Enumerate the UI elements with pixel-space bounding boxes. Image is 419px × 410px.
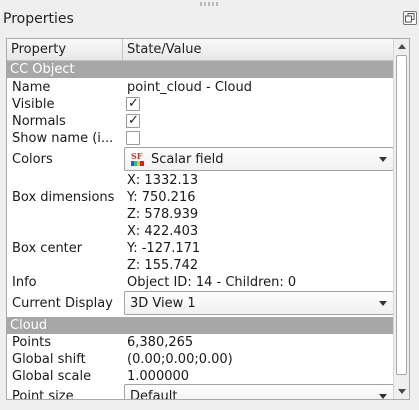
row-point-size-label: Point size [12, 389, 74, 400]
point-size-value: Default [130, 389, 178, 400]
checkmark-icon: ✓ [128, 96, 139, 111]
scalar-field-icon: SF [131, 151, 144, 166]
chevron-down-icon [379, 157, 387, 162]
box-center-y: Y: -127.171 [127, 241, 201, 256]
box-dimensions-x: X: 1332.13 [127, 173, 199, 188]
float-panel-button[interactable] [403, 11, 417, 25]
row-colors-label: Colors [12, 152, 53, 167]
box-center-x: X: 422.403 [127, 224, 199, 239]
dock-grip[interactable] [200, 2, 220, 6]
row-box-center-label: Box center [12, 241, 83, 256]
normals-checkbox[interactable]: ✓ [126, 113, 140, 128]
row-global-scale-label: Global scale [12, 369, 92, 384]
undock-icon [405, 13, 415, 23]
colors-dropdown-value: Scalar field [151, 152, 224, 167]
arrow-down-icon [398, 389, 406, 394]
show-name-checkbox[interactable] [126, 131, 140, 145]
row-info-value: Object ID: 14 - Children: 0 [127, 275, 297, 290]
table-header: Property State/Value [7, 39, 394, 61]
column-header-property[interactable]: Property [7, 39, 123, 60]
chevron-down-icon [379, 301, 387, 306]
visible-checkbox[interactable]: ✓ [126, 96, 140, 111]
scroll-up-button[interactable] [394, 39, 409, 54]
row-current-display-label: Current Display [12, 296, 113, 311]
scroll-down-button[interactable] [394, 384, 409, 399]
box-dimensions-y: Y: 750.216 [127, 190, 196, 205]
row-box-dimensions-label: Box dimensions [12, 190, 115, 205]
checkmark-icon: ✓ [128, 113, 139, 128]
table-body: CC Object Name point_cloud - Cloud Visib… [7, 61, 394, 400]
current-display-dropdown[interactable]: 3D View 1 [124, 291, 394, 315]
panel-title: Properties [3, 11, 74, 27]
arrow-up-icon [398, 44, 406, 49]
colors-dropdown[interactable]: SF Scalar field [124, 147, 394, 171]
section-cloud: Cloud [7, 317, 394, 334]
row-info-label: Info [12, 275, 37, 290]
row-name-label: Name [12, 80, 51, 95]
row-global-scale-value: 1.000000 [127, 369, 190, 384]
box-center-z: Z: 155.742 [127, 258, 199, 273]
dock-title-bar: Properties [2, 8, 417, 32]
row-points-label: Points [12, 335, 52, 350]
chevron-down-icon [379, 394, 387, 399]
point-size-dropdown[interactable]: Default [124, 384, 394, 400]
row-global-shift-label: Global shift [12, 352, 86, 367]
row-points-value: 6,380,265 [127, 335, 194, 350]
current-display-value: 3D View 1 [130, 296, 196, 311]
properties-table: Property State/Value CC Object Name poin… [6, 38, 410, 400]
vertical-scrollbar[interactable] [393, 39, 409, 399]
row-global-shift-value: (0.00;0.00;0.00) [127, 352, 233, 367]
box-dimensions-z: Z: 578.939 [127, 207, 199, 222]
section-cc-object: CC Object [7, 61, 394, 78]
row-name-value[interactable]: point_cloud - Cloud [127, 79, 252, 96]
column-header-value[interactable]: State/Value [123, 39, 394, 60]
row-visible-label: Visible [12, 97, 55, 112]
scrollbar-thumb[interactable] [396, 55, 407, 375]
row-normals-label: Normals [12, 114, 66, 129]
svg-text:SF: SF [131, 151, 143, 161]
row-show-name-label: Show name (i... [12, 131, 114, 146]
